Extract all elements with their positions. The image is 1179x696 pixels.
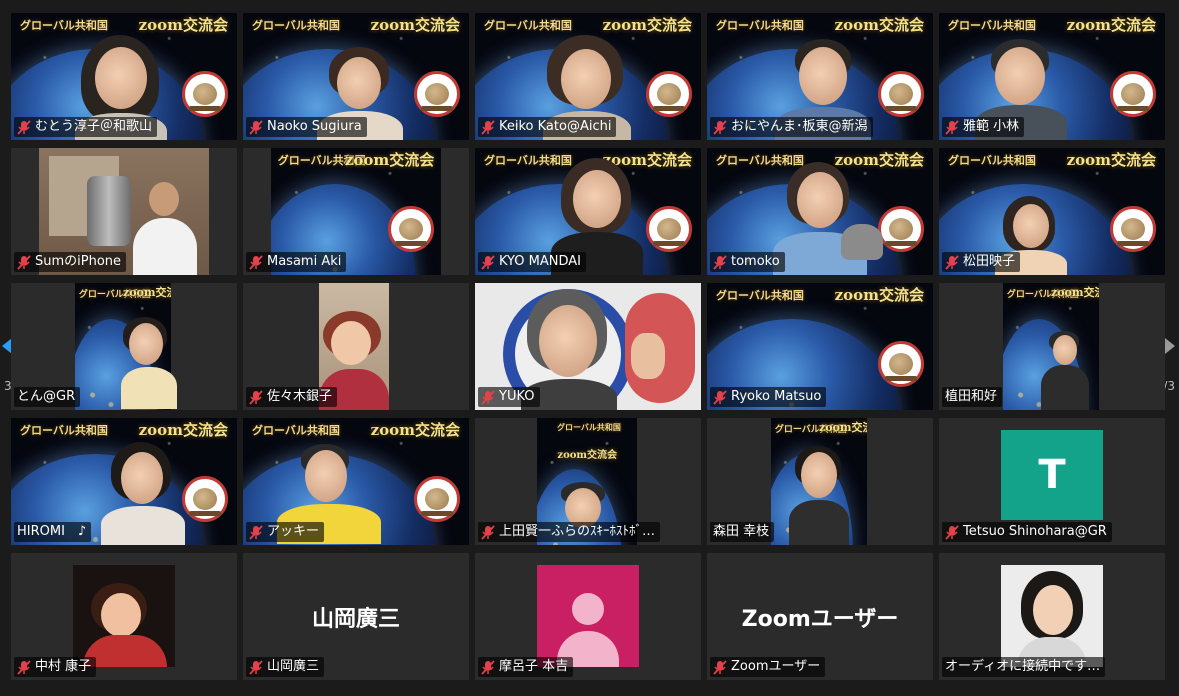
cat (841, 224, 883, 260)
hand (631, 333, 665, 379)
mic-muted-icon (481, 524, 495, 540)
video-tile[interactable]: グローバル共和国 zoom交流会 Masami Aki (243, 148, 469, 275)
video-tile[interactable]: 山岡廣三 山岡廣三 (243, 553, 469, 680)
participant-name-label: tomoko (710, 252, 785, 272)
video-tile[interactable]: グローバル共和国 zoom交流会 上田賢一ふらのｽｷｰﾎｽﾄﾎﾞ… (475, 418, 701, 545)
participant-name-label: むとう淳子＠和歌山 (14, 117, 158, 137)
participant-name-label: 松田映子 (942, 252, 1021, 272)
video-tile[interactable]: グローバル共和国 zoom交流会 Ryoko Matsuo (707, 283, 933, 410)
mic-muted-icon (713, 119, 727, 135)
participant-name-label: YUKO (478, 387, 540, 407)
video-tile[interactable]: グローバル共和国 zoom交流会 アッキー (243, 418, 469, 545)
participant-name-label: SumのiPhone (14, 252, 127, 272)
mic-muted-icon (481, 119, 495, 135)
video-tile[interactable]: 佐々木銀子 (243, 283, 469, 410)
video-tile[interactable]: 中村 康子 (11, 553, 237, 680)
participant-name-label: Tetsuo Shinohara@GR (942, 522, 1112, 542)
video-tile[interactable]: グローバル共和国 zoom交流会 HIROMI ♪ (11, 418, 237, 545)
video-tile[interactable]: オーディオに接続中です… (939, 553, 1165, 680)
participant-name-label: HIROMI ♪ (14, 522, 92, 542)
participant-name-label: KYO MANDAI (478, 252, 586, 272)
mic-muted-icon (481, 254, 495, 270)
participant-name-label: オーディオに接続中です… (942, 657, 1106, 677)
participant-name-label: Zoomユーザー (710, 657, 826, 677)
video-tile-active-speaker[interactable]: YUKO (475, 283, 701, 410)
video-tile[interactable]: グローバル共和国 zoom交流会 おにやんま･板東@新潟 (707, 13, 933, 140)
mic-muted-icon (17, 119, 31, 135)
participant-display-name: Zoomユーザー (741, 607, 899, 632)
participant-name-label: Keiko Kato@Aichi (478, 117, 617, 137)
participant-name-label: Masami Aki (246, 252, 347, 272)
mic-muted-icon (481, 389, 495, 405)
mic-muted-icon (249, 389, 263, 405)
mic-muted-icon (713, 659, 727, 675)
video-tile[interactable]: グローバル共和国 zoom交流会 植田和好 (939, 283, 1165, 410)
mic-muted-icon (945, 254, 959, 270)
video-tile[interactable]: グローバル共和国 zoom交流会 森田 幸枝 (707, 418, 933, 545)
video-tile[interactable]: グローバル共和国 zoom交流会 雅範 小林 (939, 13, 1165, 140)
participant-name-label: 山岡廣三 (246, 657, 325, 677)
participant-name-label: 森田 幸枝 (710, 522, 775, 542)
participant-display-name: 山岡廣三 (311, 607, 400, 632)
video-tile[interactable]: グローバル共和国 zoom交流会 KYO MANDAI (475, 148, 701, 275)
participant-name-label: 摩呂子 本吉 (478, 657, 574, 677)
gallery-grid: グローバル共和国 zoom交流会 むとう淳子＠和歌山 グローバル共和国 zoom… (11, 13, 1167, 680)
participant-name-label: Naoko Sugiura (246, 117, 367, 137)
participant-name-label: おにやんま･板東@新潟 (710, 117, 873, 137)
avatar (537, 565, 639, 667)
participant-name-label: Ryoko Matsuo (710, 387, 827, 407)
video-tile[interactable]: T Tetsuo Shinohara@GR (939, 418, 1165, 545)
participant-name-label: 中村 康子 (14, 657, 97, 677)
mic-muted-icon (481, 659, 495, 675)
mic-muted-icon (17, 659, 31, 675)
mic-muted-icon (713, 389, 727, 405)
participant-name-label: アッキー (246, 522, 325, 542)
participant-name-label: 佐々木銀子 (246, 387, 338, 407)
participant-name-label: 雅範 小林 (942, 117, 1025, 137)
video-tile[interactable]: グローバル共和国 zoom交流会 Keiko Kato@Aichi (475, 13, 701, 140)
participant-name-label: とん@GR (14, 387, 81, 407)
mic-muted-icon (945, 119, 959, 135)
video-tile[interactable]: グローバル共和国 zoom交流会 Naoko Sugiura (243, 13, 469, 140)
mic-muted-icon (249, 119, 263, 135)
avatar: T (1001, 430, 1103, 520)
mic-muted-icon (17, 254, 31, 270)
video-tile[interactable]: グローバル共和国 zoom交流会 むとう淳子＠和歌山 (11, 13, 237, 140)
video-tile[interactable]: グローバル共和国 zoom交流会 とん@GR (11, 283, 237, 410)
profile-photo (1001, 565, 1103, 667)
video-tile[interactable]: グローバル共和国 zoom交流会 松田映子 (939, 148, 1165, 275)
participant-name-label: 植田和好 (942, 387, 1003, 407)
video-tile[interactable]: 摩呂子 本吉 (475, 553, 701, 680)
mic-muted-icon (249, 524, 263, 540)
participant-name-label: 上田賢一ふらのｽｷｰﾎｽﾄﾎﾞ… (478, 522, 661, 542)
mic-muted-icon (713, 254, 727, 270)
profile-photo (73, 565, 175, 667)
user-icon (572, 593, 604, 625)
video-tile[interactable]: グローバル共和国 zoom交流会 tomoko (707, 148, 933, 275)
mic-muted-icon (249, 659, 263, 675)
mic-muted-icon (945, 524, 959, 540)
mic-muted-icon (249, 254, 263, 270)
video-tile[interactable]: SumのiPhone (11, 148, 237, 275)
video-tile[interactable]: Zoomユーザー Zoomユーザー (707, 553, 933, 680)
